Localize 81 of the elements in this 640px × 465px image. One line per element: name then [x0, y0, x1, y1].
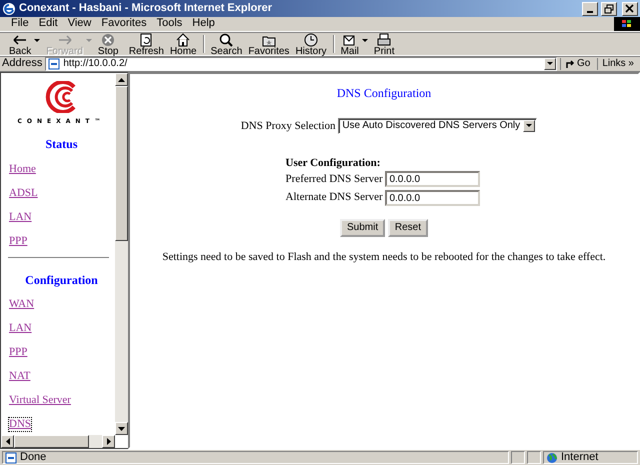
section-heading: User Configuration: [286, 157, 382, 171]
field-label: Preferred DNS Server [286, 172, 383, 186]
address-label: Address [2, 57, 42, 71]
sidebar-link[interactable]: DNS [8, 416, 32, 432]
field-label: Alternate DNS Server [286, 191, 383, 205]
minimize-button[interactable] [582, 2, 598, 16]
toolbar-button[interactable]: Stop [94, 33, 126, 57]
scroll-thumb[interactable] [115, 86, 128, 241]
sidebar-link[interactable]: Virtual Server [8, 392, 72, 408]
note-text: Settings need to be saved to Flash and the system needs to be rebooted for the changes to take effect. [162, 251, 606, 264]
dropdown-button[interactable] [544, 58, 556, 70]
page-title: DNS Configuration [336, 86, 432, 100]
toolbar-button[interactable]: Mail [338, 33, 371, 57]
scroll-up-button[interactable] [115, 73, 128, 86]
restore-button[interactable] [601, 2, 617, 16]
status-panel [527, 451, 541, 464]
section-heading: Status [44, 137, 78, 152]
sidebar-link[interactable]: PPP [8, 234, 28, 249]
sidebar-link[interactable]: PPP [8, 344, 28, 360]
toolbar-button[interactable]: Favorites [245, 33, 292, 57]
scroll-thumb[interactable] [14, 435, 89, 448]
form-button[interactable]: Submit [340, 219, 386, 238]
toolbar-button[interactable]: Search [208, 33, 246, 57]
proxy-label: DNS Proxy Selection [240, 120, 336, 133]
close-icon [625, 4, 635, 14]
globe-icon [546, 452, 558, 464]
window-title: Conexant - Hasbani - Microsoft Internet Explorer [19, 2, 274, 16]
menu-item[interactable]: Edit [34, 17, 63, 31]
scroll-down-button[interactable] [115, 422, 128, 435]
menu-item[interactable]: View [62, 17, 96, 31]
back-arrow-icon [12, 33, 28, 47]
close-button[interactable] [622, 2, 638, 16]
vertical-scrollbar[interactable] [115, 73, 128, 435]
address-field[interactable]: http://10.0.0.2/ [45, 57, 557, 71]
links-button[interactable]: Links » [597, 58, 638, 70]
down-arrow-icon [118, 426, 125, 430]
toolbar-button[interactable]: Refresh [126, 33, 167, 57]
go-arrow-icon [564, 59, 575, 69]
horizontal-scrollbar[interactable] [1, 435, 115, 448]
toolbar-button[interactable]: Back [6, 33, 44, 57]
sidebar-link[interactable]: LAN [8, 210, 33, 225]
scroll-left-button[interactable] [1, 435, 14, 448]
up-arrow-icon [118, 78, 125, 82]
sidebar-link[interactable]: WAN [8, 296, 36, 312]
status-panel [511, 451, 525, 464]
sidebar-link[interactable]: ADSL [8, 186, 39, 201]
toolbar-button[interactable]: History [292, 33, 330, 57]
sidebar-link[interactable]: Home [8, 162, 37, 177]
page-icon [5, 452, 17, 464]
toolbar-button[interactable]: Print [370, 33, 402, 57]
sidebar-link[interactable]: NAT [8, 368, 32, 384]
clock-icon [303, 33, 319, 47]
forward-arrow-icon [56, 33, 73, 47]
input-field[interactable]: 0.0.0.0 [385, 171, 480, 188]
input-field[interactable]: 0.0.0.0 [385, 190, 480, 206]
flag-icon [621, 19, 633, 29]
restore-icon [604, 4, 614, 14]
caret-icon [34, 39, 40, 43]
status-text: Done [20, 450, 46, 464]
toolbar-button[interactable]: Home [166, 33, 200, 57]
right-arrow-icon [106, 438, 110, 445]
menu-item[interactable]: Tools [152, 17, 188, 31]
caret-icon [546, 62, 553, 66]
go-button[interactable]: Go [560, 58, 594, 70]
left-arrow-icon [6, 438, 10, 445]
caret-icon [526, 124, 532, 128]
search-icon [218, 33, 234, 47]
menu-item[interactable]: Favorites [96, 17, 152, 31]
sidebar-link[interactable]: LAN [8, 320, 33, 336]
section-heading: Configuration [24, 272, 99, 287]
scroll-right-button[interactable] [102, 435, 115, 448]
caret-icon [86, 39, 92, 43]
menu-item[interactable]: File [6, 17, 34, 31]
browser-icon [2, 2, 16, 16]
form-button[interactable]: Reset [388, 219, 428, 238]
proxy-select[interactable]: Use Auto Discovered DNS Servers Only [338, 118, 538, 134]
menu-item[interactable]: Help [187, 17, 220, 31]
minimize-icon [587, 10, 593, 12]
caret-icon [362, 39, 368, 43]
zone-text: Internet [561, 450, 598, 464]
page-icon [48, 58, 60, 70]
